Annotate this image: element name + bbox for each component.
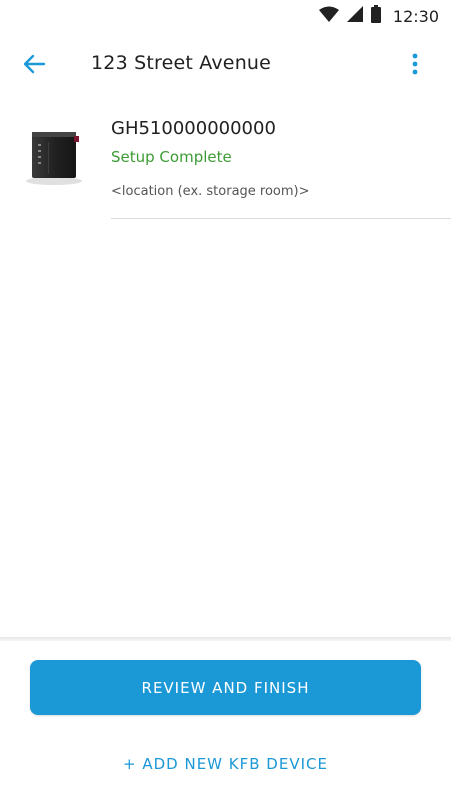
device-status: Setup Complete [111,148,232,166]
wifi-icon [318,6,339,26]
device-list-item[interactable]: GH510000000000 Setup Complete <location … [0,110,451,220]
page-title: 123 Street Avenue [91,52,272,74]
add-new-kfb-device-button[interactable]: + ADD NEW KFB DEVICE [60,745,391,783]
status-bar: 12:30 [0,0,451,32]
back-button[interactable] [18,50,50,78]
more-vertical-icon [412,53,418,75]
battery-icon [370,5,381,27]
status-time: 12:30 [392,6,439,26]
app-bar: 123 Street Avenue [0,32,451,96]
device-name: GH510000000000 [111,118,276,139]
device-image [22,126,86,186]
device-location: <location (ex. storage room)> [111,184,310,199]
cellular-signal-icon [346,6,363,26]
review-and-finish-button[interactable]: REVIEW AND FINISH [30,660,421,715]
arrow-left-icon [23,54,46,74]
footer-divider [0,637,451,641]
overflow-menu-button[interactable] [402,50,428,78]
divider [111,218,451,219]
